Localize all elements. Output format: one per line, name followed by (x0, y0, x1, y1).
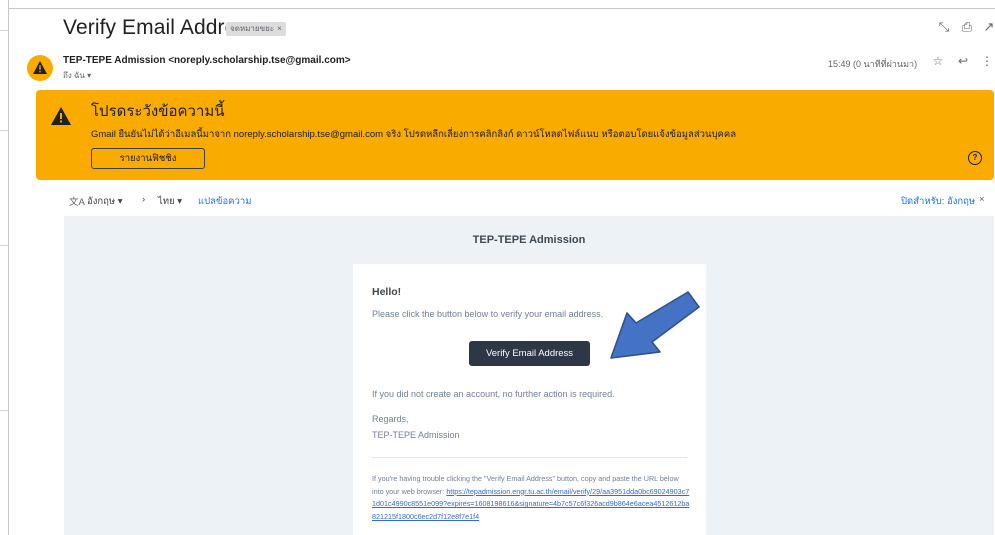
banner-message: Gmail ยืนยันไม่ได้ว่าอีเมลนี้มาจาก norep… (91, 129, 737, 140)
email-subcopy: If you're having trouble clicking the "V… (372, 473, 690, 523)
email-intro-text: Please click the button below to verify … (372, 309, 604, 319)
report-phishing-button[interactable]: รายงานฟิชชิง (91, 148, 205, 169)
left-divider-tick (0, 30, 8, 31)
banner-title: โปรดระวังข้อความนี้ (91, 103, 225, 120)
email-greeting: Hello! (372, 286, 402, 298)
annotation-arrow (610, 291, 700, 359)
message-time: 15:49 (0 นาทีที่ผ่านมา) (828, 59, 918, 69)
star-icon[interactable]: ☆ (931, 54, 945, 68)
verify-email-button[interactable]: Verify Email Address (469, 341, 590, 366)
email-regards: Regards, (372, 414, 409, 424)
sender-warning-avatar[interactable] (27, 55, 53, 81)
spam-label-chip[interactable]: จดหมายขยะ × (226, 22, 286, 36)
reply-icon[interactable]: ↩ (956, 54, 970, 68)
more-options-icon[interactable]: ⋮ (980, 54, 994, 68)
help-icon[interactable]: ? (968, 151, 982, 165)
source-language-select[interactable]: อังกฤษ ▾ (87, 194, 123, 209)
chevron-right-icon: › (142, 194, 146, 205)
gmail-message-view: Verify Email Address จดหมายขยะ × ⤡ ⎙ ↗ TE… (0, 0, 995, 535)
top-divider (8, 8, 995, 9)
left-divider-tick (0, 130, 8, 131)
email-body: TEP-TEPE Admission Hello! Please click t… (64, 216, 994, 535)
email-no-action-text: If you did not create an account, no fur… (372, 389, 615, 399)
left-divider-tick (0, 245, 8, 246)
translate-bar: 文A อังกฤษ ▾ › ไทย ▾ แปลข้อความ ปิดสำหรับ… (64, 190, 994, 210)
target-language-select[interactable]: ไทย ▾ (158, 194, 182, 209)
recipient-details-toggle[interactable]: ถึง ฉัน ▾ (63, 69, 91, 82)
divider (372, 457, 687, 458)
left-divider (8, 0, 9, 535)
print-icon[interactable]: ⎙ (960, 20, 974, 34)
close-icon[interactable]: × (979, 194, 985, 205)
warning-icon (51, 107, 71, 125)
phishing-warning-banner: โปรดระวังข้อความนี้ Gmail ยืนยันไม่ได้ว่… (36, 90, 994, 180)
email-signature: TEP-TEPE Admission (372, 430, 460, 440)
translate-icon: 文A (69, 197, 85, 208)
open-new-window-icon[interactable]: ↗ (982, 20, 995, 34)
warning-icon (33, 61, 47, 74)
left-divider-tick (0, 410, 8, 411)
turn-off-translation-link[interactable]: ปิดสำหรับ: อังกฤษ (901, 194, 975, 209)
expand-all-icon[interactable]: ⤡ (937, 20, 951, 34)
email-brand-header[interactable]: TEP-TEPE Admission (64, 234, 994, 246)
label-remove-icon[interactable]: × (277, 24, 282, 33)
sender-name[interactable]: TEP-TEPE Admission <noreply.scholarship.… (63, 55, 351, 66)
translate-message-link[interactable]: แปลข้อความ (198, 194, 251, 209)
label-text: จดหมายขยะ (230, 24, 275, 33)
